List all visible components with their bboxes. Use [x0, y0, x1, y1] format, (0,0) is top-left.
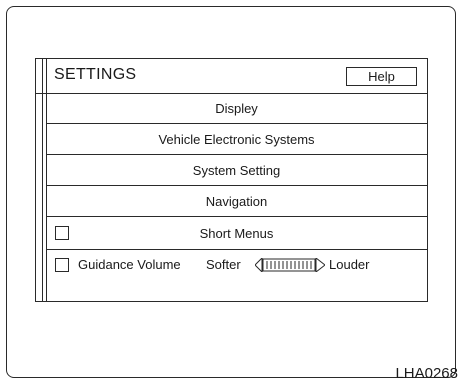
slider-right-arrow-icon [315, 256, 326, 274]
figure-code: LHA0268 [395, 365, 458, 382]
volume-slider-graphic [254, 256, 326, 274]
panel-left-rule [42, 59, 43, 301]
slider-left-arrow-icon [254, 256, 263, 274]
settings-title: SETTINGS [54, 66, 137, 83]
guidance-volume-row: Guidance Volume Softer Louder [46, 250, 427, 280]
short-menus-checkbox[interactable] [55, 226, 69, 240]
volume-slider[interactable] [254, 256, 326, 274]
short-menus-label: Short Menus [199, 225, 274, 241]
menu-item-vehicle-electronic-systems[interactable]: Vehicle Electronic Systems [46, 124, 427, 155]
louder-label: Louder [329, 257, 370, 272]
settings-panel: SETTINGS Help Displey Vehicle Electronic… [35, 58, 428, 302]
settings-header: SETTINGS Help [36, 59, 427, 94]
menu-item-system-setting[interactable]: System Setting [46, 155, 427, 186]
guidance-volume-label: Guidance Volume [78, 257, 181, 272]
help-button[interactable]: Help [346, 67, 417, 86]
softer-label: Softer [206, 257, 241, 272]
short-menus-row[interactable]: Short Menus [46, 217, 427, 250]
menu-item-navigation[interactable]: Navigation [46, 186, 427, 217]
menu-item-display[interactable]: Displey [46, 93, 427, 124]
guidance-volume-checkbox[interactable] [55, 258, 69, 272]
